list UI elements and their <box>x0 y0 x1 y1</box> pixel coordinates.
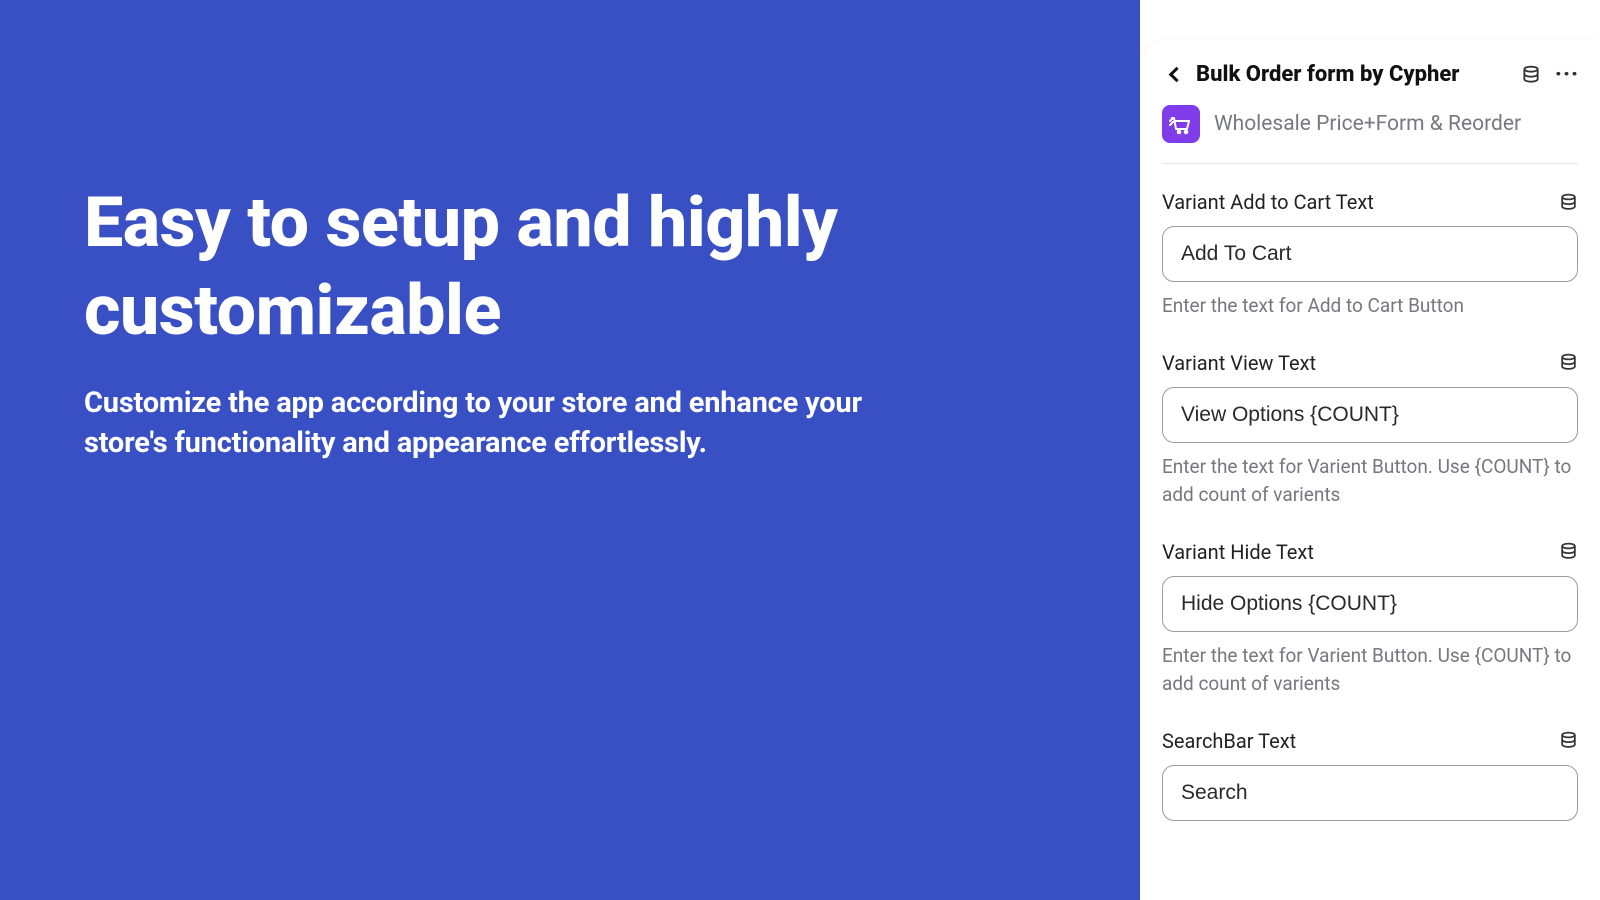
app-icon <box>1162 105 1200 143</box>
header-actions: ··· <box>1520 64 1578 86</box>
app-name-label: Wholesale Price+Form & Reorder <box>1214 112 1521 136</box>
dynamic-source-button[interactable] <box>1559 542 1578 561</box>
field-help: Enter the text for Add to Cart Button <box>1162 292 1578 321</box>
back-button[interactable] <box>1162 63 1186 87</box>
dynamic-source-button[interactable] <box>1559 193 1578 212</box>
variant-add-to-cart-input[interactable] <box>1162 226 1578 282</box>
chevron-left-icon <box>1168 67 1184 83</box>
field-help: Enter the text for Varient Button. Use {… <box>1162 642 1578 699</box>
database-icon <box>1559 542 1578 561</box>
dynamic-source-button[interactable] <box>1559 353 1578 372</box>
field-variant-hide: Variant Hide Text Enter the text for Var… <box>1162 540 1578 699</box>
field-searchbar-text: SearchBar Text <box>1162 729 1578 821</box>
fields-scroll-area: Variant Add to Cart Text Enter the text … <box>1162 164 1578 900</box>
dynamic-source-button[interactable] <box>1559 731 1578 750</box>
cart-icon <box>1169 112 1193 136</box>
field-label: Variant View Text <box>1162 351 1316 375</box>
field-label: SearchBar Text <box>1162 729 1296 753</box>
panel-title: Bulk Order form by Cypher <box>1196 62 1510 87</box>
hero-subtitle: Customize the app according to your stor… <box>84 383 914 463</box>
database-icon <box>1559 193 1578 212</box>
hero-section: Easy to setup and highly customizable Cu… <box>0 0 1140 900</box>
searchbar-text-input[interactable] <box>1162 765 1578 821</box>
field-help: Enter the text for Varient Button. Use {… <box>1162 453 1578 510</box>
app-identity-row: Wholesale Price+Form & Reorder <box>1162 105 1578 164</box>
more-menu-button[interactable]: ··· <box>1556 64 1578 86</box>
database-icon <box>1559 353 1578 372</box>
field-label: Variant Hide Text <box>1162 540 1314 564</box>
field-variant-view: Variant View Text Enter the text for Var… <box>1162 351 1578 510</box>
variant-view-input[interactable] <box>1162 387 1578 443</box>
hero-title: Easy to setup and highly customizable <box>84 180 1060 355</box>
variant-hide-input[interactable] <box>1162 576 1578 632</box>
settings-panel: Bulk Order form by Cypher ··· <box>1140 40 1600 900</box>
database-icon <box>1559 731 1578 750</box>
database-icon-button[interactable] <box>1520 64 1542 86</box>
database-icon <box>1521 65 1541 85</box>
field-variant-add-to-cart: Variant Add to Cart Text Enter the text … <box>1162 190 1578 321</box>
field-label: Variant Add to Cart Text <box>1162 190 1374 214</box>
panel-header: Bulk Order form by Cypher ··· <box>1162 62 1578 87</box>
